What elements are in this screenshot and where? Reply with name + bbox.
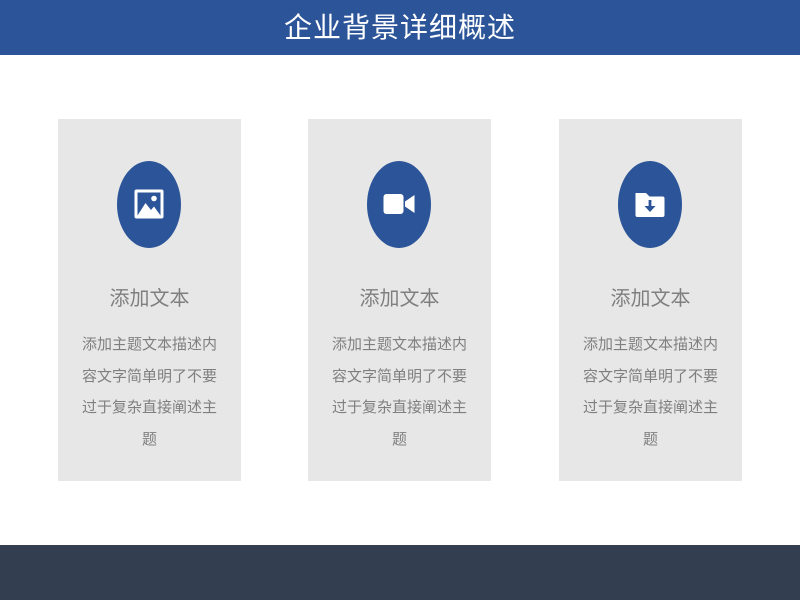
feature-card-1: 添加文本 添加主题文本描述内容文字简单明了不要过于复杂直接阐述主题 [58, 119, 241, 481]
icon-circle [618, 161, 682, 248]
card-description: 添加主题文本描述内容文字简单明了不要过于复杂直接阐述主题 [331, 335, 467, 448]
video-camera-icon [383, 194, 415, 214]
feature-card-3: 添加文本 添加主题文本描述内容文字简单明了不要过于复杂直接阐述主题 [559, 119, 742, 481]
icon-circle [117, 161, 181, 248]
card-title: 添加文本 [610, 286, 691, 310]
card-description: 添加主题文本描述内容文字简单明了不要过于复杂直接阐述主题 [582, 335, 718, 448]
header-bar: 企业背景详细概述 [0, 0, 800, 55]
image-icon [134, 189, 164, 219]
card-description: 添加主题文本描述内容文字简单明了不要过于复杂直接阐述主题 [81, 335, 217, 448]
page-title: 企业背景详细概述 [283, 10, 516, 44]
footer-bar [0, 545, 800, 600]
card-title: 添加文本 [109, 286, 190, 310]
folder-download-icon [635, 193, 665, 217]
card-title: 添加文本 [359, 286, 440, 310]
icon-circle [367, 161, 431, 248]
feature-card-2: 添加文本 添加主题文本描述内容文字简单明了不要过于复杂直接阐述主题 [308, 119, 491, 481]
